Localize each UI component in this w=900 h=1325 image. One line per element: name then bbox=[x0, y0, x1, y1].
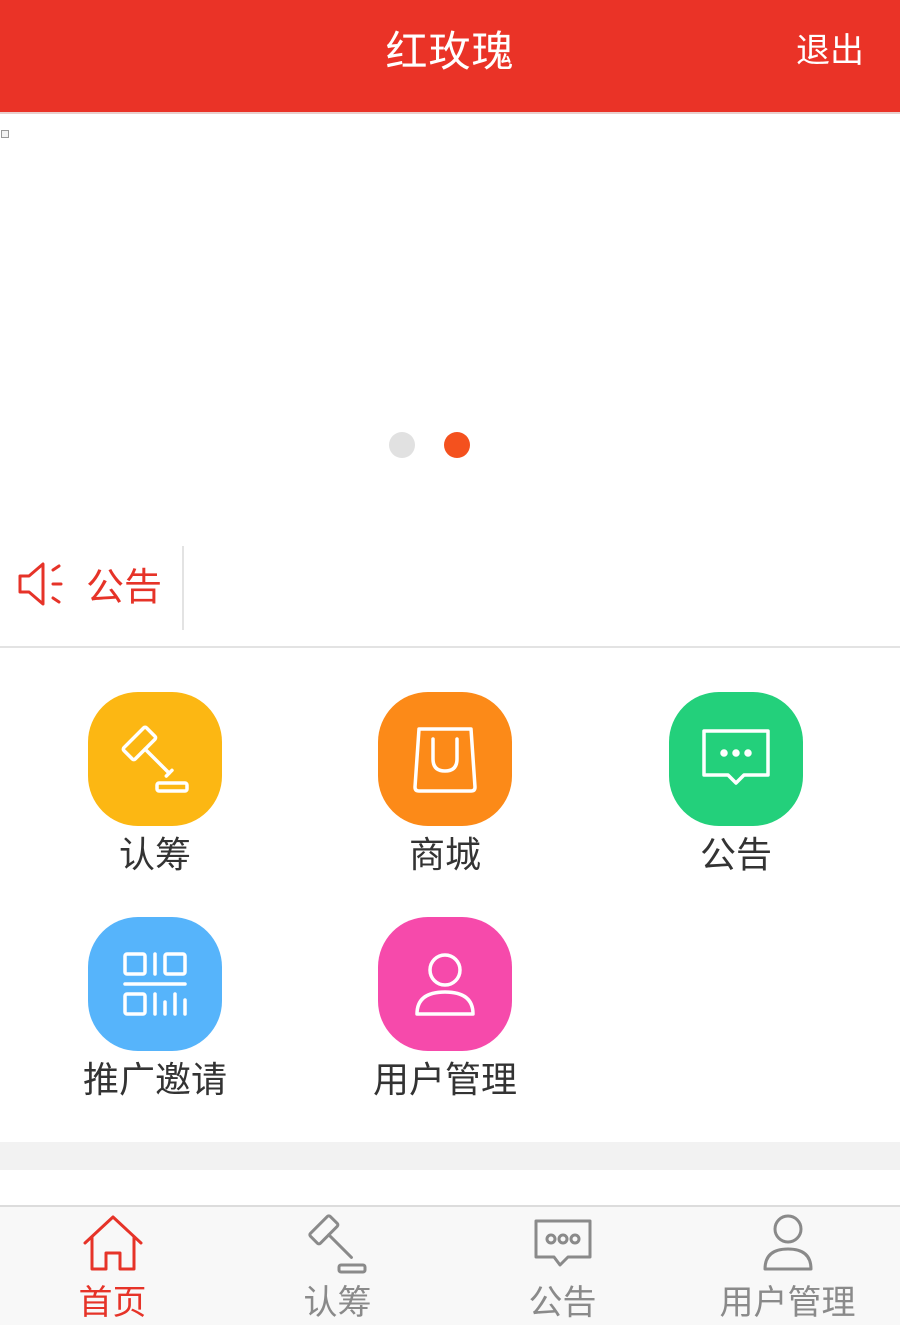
carousel-dot-1[interactable] bbox=[389, 432, 415, 458]
function-grid: 认筹 商城 公告 推广邀请 用户管理 bbox=[0, 648, 900, 1142]
grid-item-mall[interactable]: 商城 bbox=[325, 692, 565, 892]
grid-item-notice[interactable]: 公告 bbox=[616, 692, 856, 892]
bottom-tab-bar: 首页 认筹 公告 用户管理 bbox=[0, 1205, 900, 1325]
tab-label: 首页 bbox=[78, 1283, 147, 1323]
tab-notice[interactable]: 公告 bbox=[450, 1207, 675, 1325]
grid-icon-bg bbox=[88, 917, 222, 1051]
grid-icon-bg bbox=[378, 917, 512, 1051]
qr-code-icon bbox=[123, 952, 187, 1016]
tab-label: 公告 bbox=[528, 1283, 597, 1323]
shopping-bag-icon bbox=[413, 727, 477, 793]
grid-icon-bg bbox=[88, 692, 222, 826]
user-icon bbox=[763, 1214, 812, 1271]
top-header: 红玫瑰 退出 bbox=[0, 0, 900, 114]
grid-item-subscribe[interactable]: 认筹 bbox=[35, 692, 275, 892]
grid-item-label: 公告 bbox=[699, 835, 772, 876]
grid-icon-bg bbox=[669, 692, 803, 826]
gavel-icon bbox=[121, 725, 189, 793]
grid-item-label: 商城 bbox=[408, 835, 481, 876]
banner-carousel[interactable] bbox=[0, 114, 900, 534]
tab-label: 认筹 bbox=[303, 1283, 372, 1323]
section-gap bbox=[0, 1142, 900, 1170]
notice-divider bbox=[182, 546, 184, 630]
notice-label: 公告 bbox=[86, 565, 163, 609]
user-icon bbox=[415, 953, 475, 1016]
tab-label: 用户管理 bbox=[719, 1283, 856, 1323]
carousel-dot-2-active[interactable] bbox=[444, 432, 470, 458]
home-icon bbox=[83, 1215, 142, 1271]
message-icon bbox=[702, 729, 770, 785]
logout-button[interactable]: 退出 bbox=[796, 28, 864, 74]
notice-bar[interactable]: 公告 bbox=[0, 534, 900, 648]
message-icon bbox=[534, 1219, 591, 1267]
broken-image-icon bbox=[1, 130, 9, 138]
tab-subscribe[interactable]: 认筹 bbox=[225, 1207, 450, 1325]
page-title: 红玫瑰 bbox=[385, 27, 515, 76]
tab-user-management[interactable]: 用户管理 bbox=[675, 1207, 900, 1325]
grid-item-user-management[interactable]: 用户管理 bbox=[325, 917, 565, 1117]
grid-icon-bg bbox=[378, 692, 512, 826]
grid-item-invite[interactable]: 推广邀请 bbox=[35, 917, 275, 1117]
grid-item-label: 用户管理 bbox=[372, 1060, 517, 1101]
grid-item-label: 认筹 bbox=[118, 835, 191, 876]
grid-item-label: 推广邀请 bbox=[82, 1060, 227, 1101]
tab-home[interactable]: 首页 bbox=[0, 1207, 225, 1325]
gavel-icon bbox=[307, 1214, 366, 1274]
speaker-icon bbox=[18, 562, 63, 606]
